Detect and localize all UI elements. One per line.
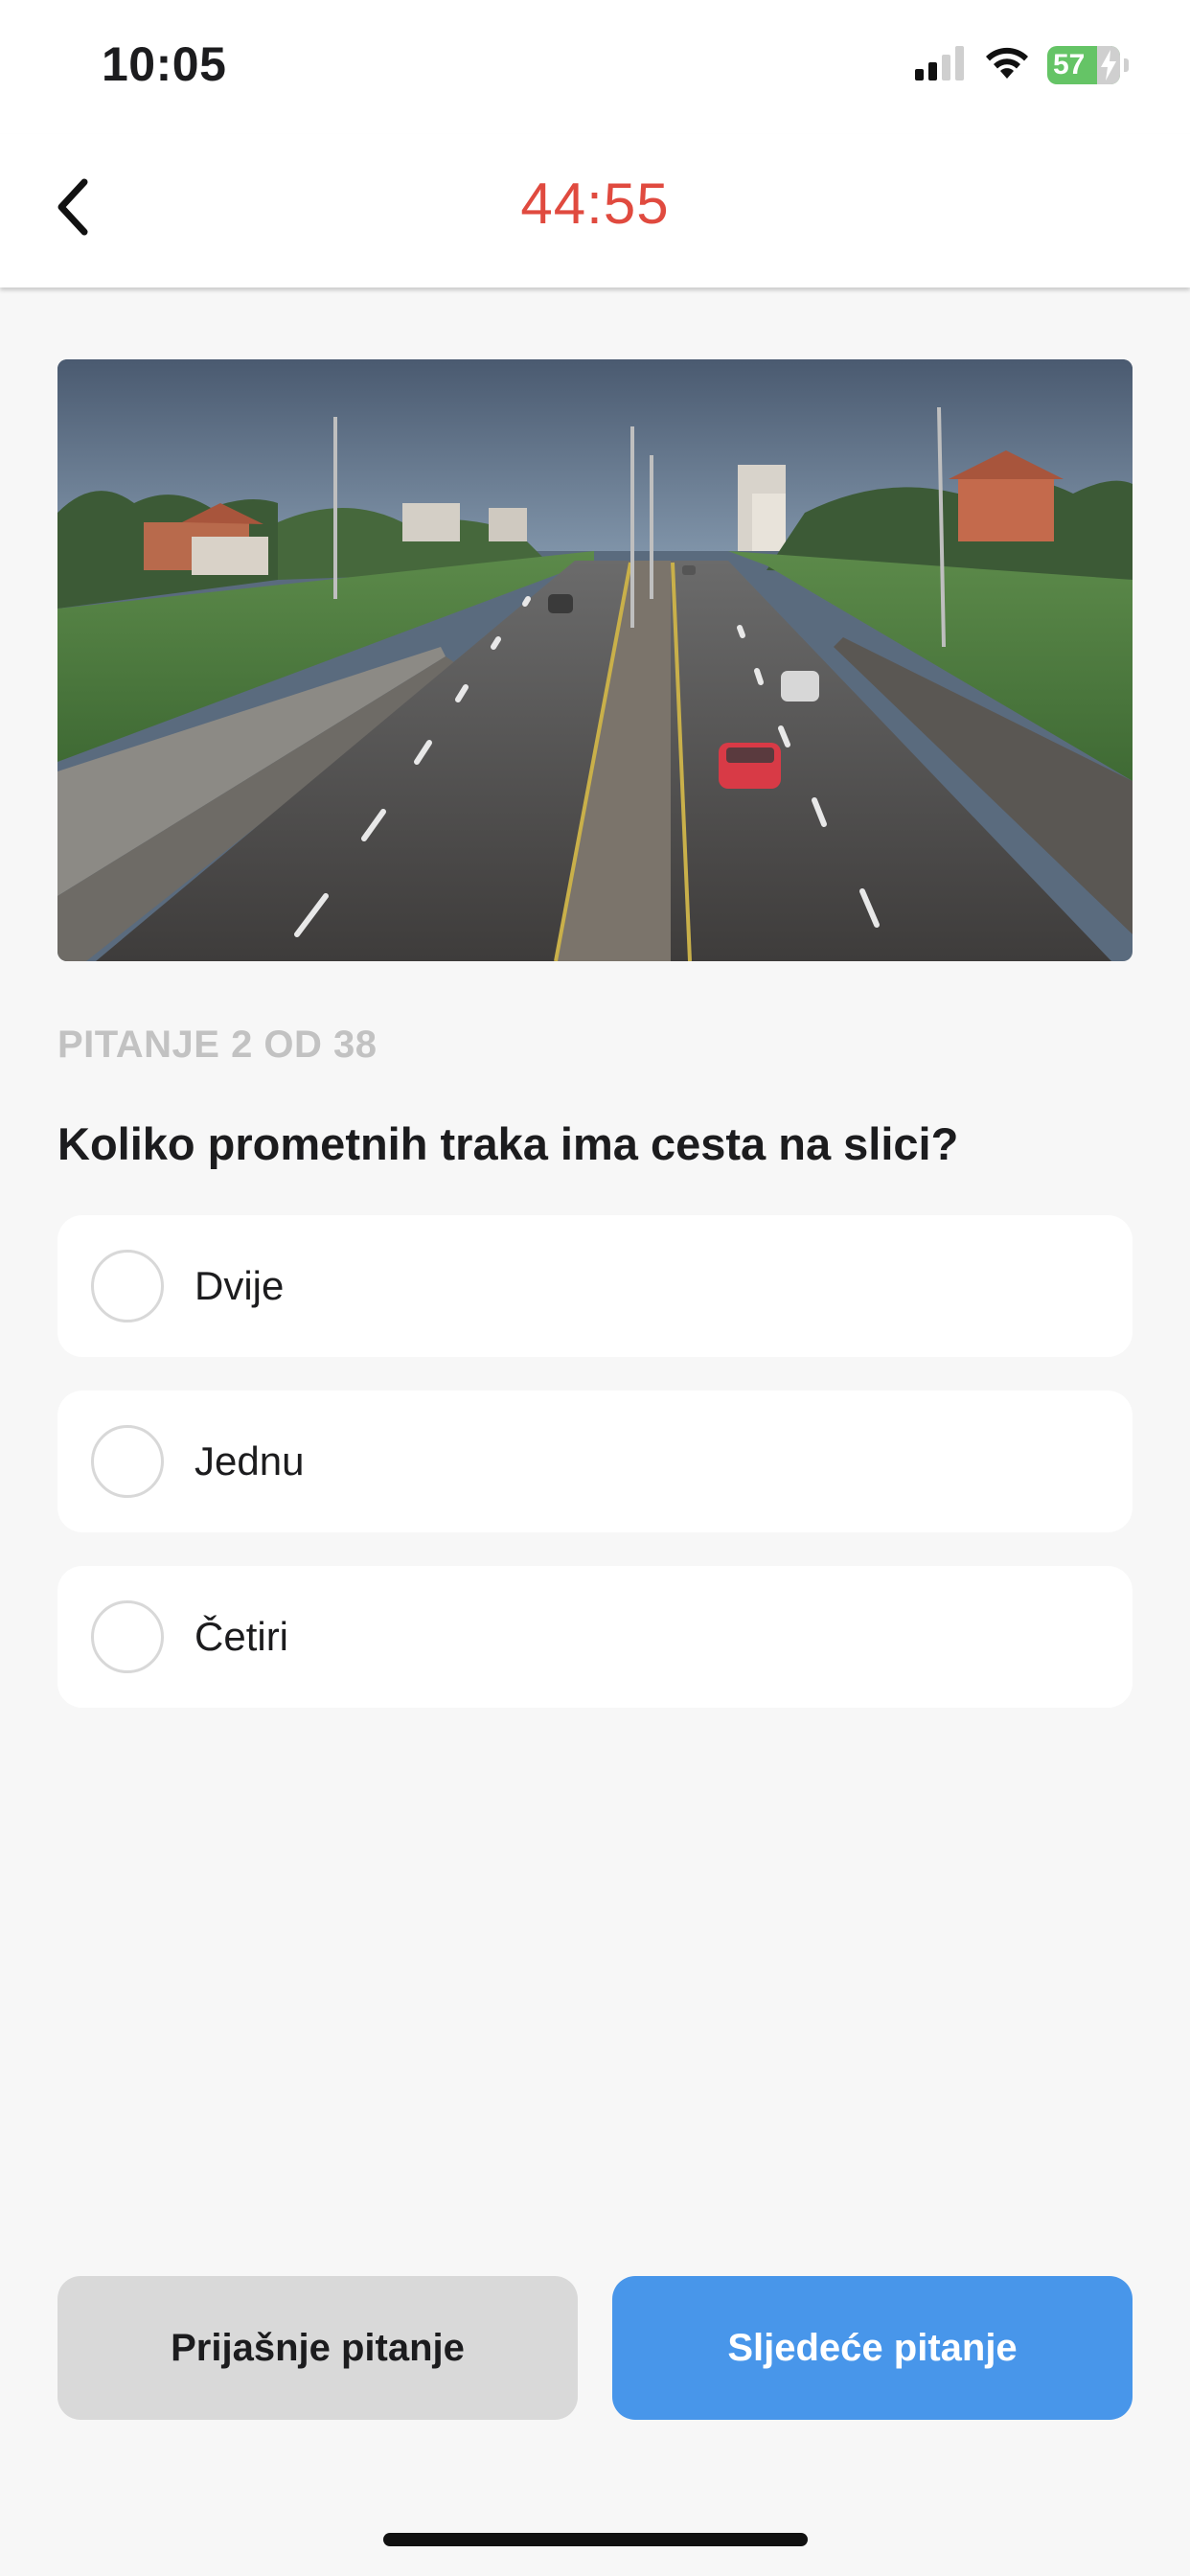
battery-charging-icon: 57 <box>1047 46 1120 84</box>
answer-option[interactable]: Dvije <box>57 1215 1133 1357</box>
battery-level: 57 <box>1053 49 1086 80</box>
timer: 44:55 <box>520 172 670 236</box>
cellular-signal-icon <box>915 45 967 85</box>
answer-label: Četiri <box>195 1614 289 1659</box>
answer-list: Dvije Jednu Četiri <box>57 1215 1133 1741</box>
answer-option[interactable]: Jednu <box>57 1391 1133 1532</box>
next-question-button[interactable]: Sljedeće pitanje <box>612 2276 1133 2420</box>
answer-label: Dvije <box>195 1263 285 1308</box>
previous-question-button[interactable]: Prijašnje pitanje <box>57 2276 578 2420</box>
radio-button[interactable] <box>91 1250 164 1322</box>
answer-label: Jednu <box>195 1438 305 1484</box>
header: 44:55 <box>0 134 1190 288</box>
question-counter: PITANJE 2 OD 38 <box>57 1024 378 1066</box>
status-time: 10:05 <box>102 37 227 91</box>
question-image <box>57 359 1133 961</box>
radio-button[interactable] <box>91 1425 164 1498</box>
battery-bolt-area <box>1097 46 1120 84</box>
battery-tip <box>1124 58 1129 72</box>
radio-button[interactable] <box>91 1600 164 1673</box>
status-icons: 57 <box>915 44 1129 86</box>
question-text: Koliko prometnih traka ima cesta na slic… <box>57 1118 959 1169</box>
status-bar: 10:05 57 <box>0 0 1190 134</box>
wifi-icon <box>984 46 1030 85</box>
answer-option[interactable]: Četiri <box>57 1566 1133 1708</box>
home-indicator <box>383 2533 808 2546</box>
